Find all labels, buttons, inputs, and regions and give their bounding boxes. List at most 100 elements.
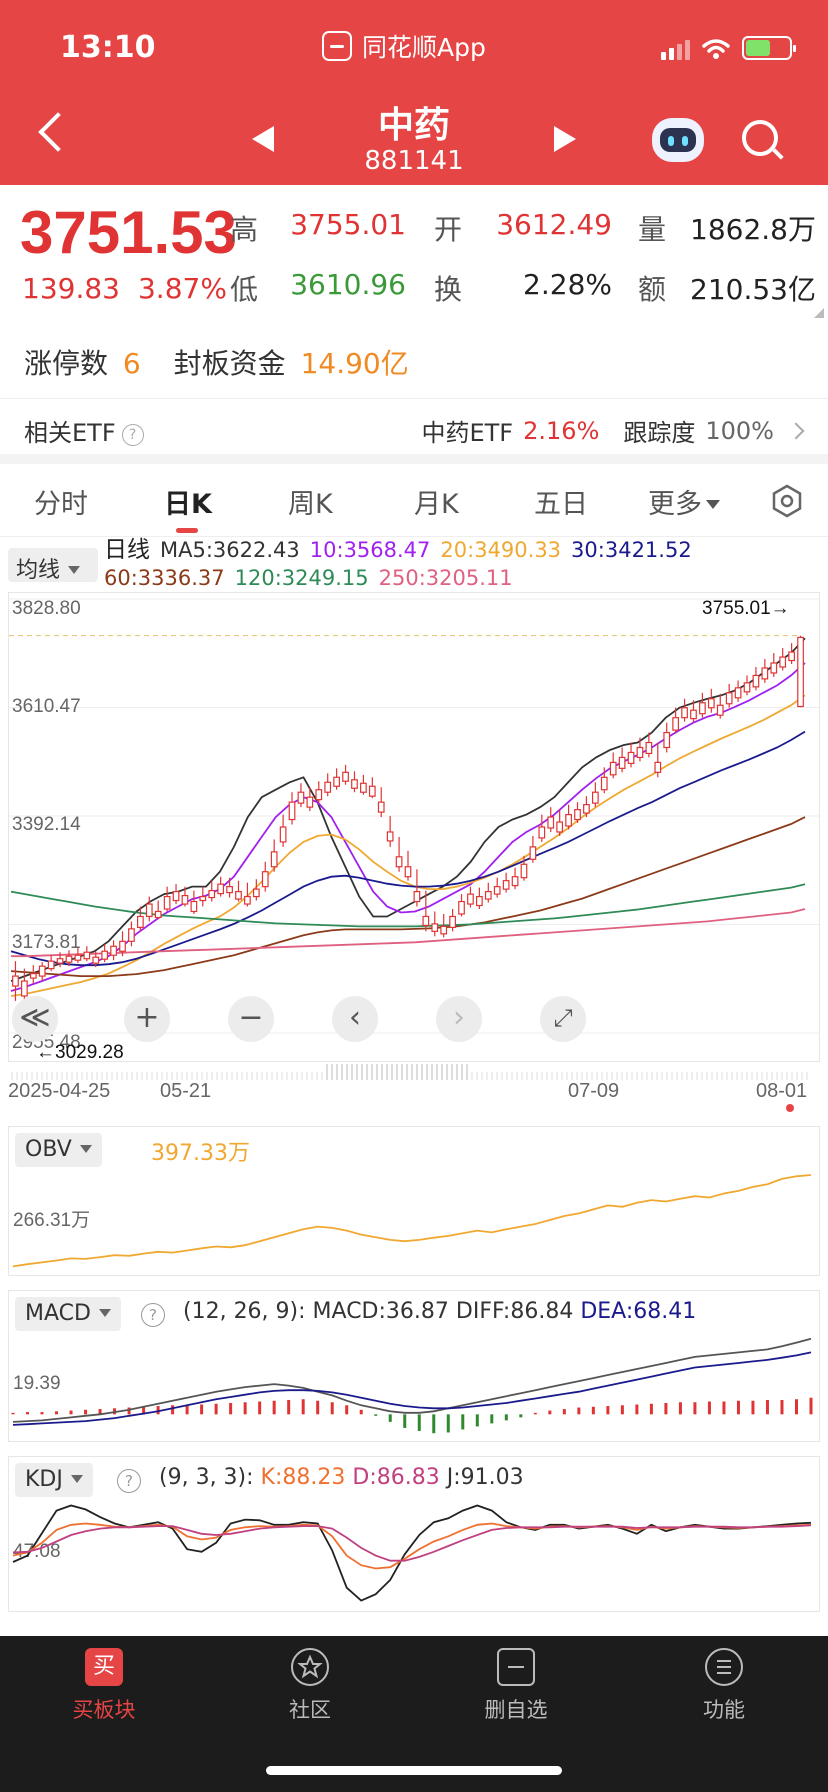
current-price: 3751.53: [20, 199, 237, 266]
chevron-down-icon: [68, 566, 81, 574]
candle-body: [520, 863, 528, 879]
ma-dropdown[interactable]: 均线: [8, 548, 98, 583]
candle-body: [752, 674, 760, 688]
candle-body: [609, 761, 617, 776]
candle-body: [226, 886, 233, 894]
candle-body: [511, 876, 519, 887]
high-value: 3755.01: [290, 208, 406, 241]
candle-body: [690, 709, 697, 720]
candle-body: [502, 880, 510, 890]
candle-body: [74, 954, 82, 961]
scroll-left-button[interactable]: ‹: [332, 996, 378, 1042]
help-icon[interactable]: ?: [121, 424, 144, 446]
tab-more-label: 更多: [648, 489, 702, 520]
candle-body: [128, 928, 135, 942]
candle-body: [217, 883, 225, 895]
candle-body: [538, 826, 546, 839]
turnover-value: 2.28%: [523, 268, 612, 301]
candle-body: [591, 791, 599, 804]
macd-svg: [11, 1337, 813, 1434]
kdj-panel[interactable]: KDJ ? (9, 3, 3): K:88.23 D:86.83 J:91.03…: [8, 1456, 820, 1612]
candle-body: [279, 826, 287, 843]
nav-buy-sector[interactable]: 买 买板块: [44, 1648, 164, 1724]
tab-monthly-k[interactable]: 月K: [414, 482, 459, 521]
tab-daily-k[interactable]: 日K: [164, 482, 212, 521]
ma-legend: 日线 MA5:3622.43 10:3568.47 20:3490.33 30:3421…: [104, 536, 824, 592]
nav-functions[interactable]: 功能: [664, 1648, 784, 1724]
tab-intraday[interactable]: 分时: [34, 482, 88, 521]
nav-community[interactable]: 社区: [250, 1648, 370, 1724]
date-label: 2025-04-25: [8, 1080, 111, 1102]
current-date-dot: [786, 1104, 794, 1112]
candle-body: [645, 741, 653, 755]
obv-line: [12, 1174, 812, 1268]
ma5-value: MA5:3622.43: [160, 538, 300, 562]
candle-body: [208, 890, 216, 899]
candle-body: [190, 900, 198, 913]
etf-change: 2.16%: [523, 416, 600, 445]
tab-more[interactable]: 更多: [648, 482, 720, 521]
etf-info: 中药ETF 2.16% 跟踪度 100%: [421, 413, 805, 448]
candle-body: [493, 886, 501, 895]
candle-body: [12, 975, 19, 987]
candle-body: [467, 893, 474, 905]
candle-body: [707, 698, 715, 709]
macd-panel[interactable]: MACD ? (12, 26, 9): MACD:36.87 DIFF:86.8…: [8, 1290, 820, 1442]
minus-icon: [497, 1648, 535, 1686]
zoom-in-button[interactable]: +: [124, 996, 170, 1042]
ma20-value: 20:3490.33: [440, 538, 562, 562]
scroll-right-button[interactable]: ›: [436, 996, 482, 1042]
candle-body: [770, 662, 778, 674]
app-logo-icon: [322, 31, 352, 61]
kline-chart[interactable]: [8, 592, 820, 1062]
candle-body: [21, 980, 28, 997]
settings-hexagon-icon[interactable]: [770, 484, 804, 518]
amount-value: 210.53亿: [690, 273, 816, 306]
nav-remove-watchlist[interactable]: 删自选: [456, 1648, 576, 1724]
next-stock-icon[interactable]: [554, 126, 576, 152]
tab-weekly-k[interactable]: 周K: [288, 482, 333, 521]
etf-row[interactable]: 相关ETF? 中药ETF 2.16% 跟踪度 100%: [0, 398, 828, 454]
candle-body: [92, 956, 100, 964]
ma30-value: 30:3421.52: [571, 538, 692, 562]
expand-corner-icon[interactable]: [814, 308, 824, 318]
fullscreen-button[interactable]: ⤢: [540, 996, 586, 1042]
candle-body: [716, 704, 724, 716]
obv-svg: [12, 1174, 812, 1268]
etf-name: 中药ETF: [421, 419, 514, 447]
low-label: 低: [230, 273, 259, 306]
menu-icon: [705, 1648, 743, 1686]
candle-body: [163, 895, 171, 910]
rewind-button[interactable]: ≪: [12, 996, 58, 1042]
candle-body: [333, 776, 340, 787]
time-scrollbar[interactable]: [8, 1064, 820, 1080]
y-axis-label: 3610.47: [12, 696, 81, 717]
candle-body: [315, 789, 323, 801]
track-value: 100%: [705, 416, 774, 445]
zoom-out-button[interactable]: −: [228, 996, 274, 1042]
obv-panel[interactable]: OBV 397.33万 266.31万: [8, 1126, 820, 1276]
candle-body: [734, 687, 742, 699]
y-axis-label: 3173.81: [12, 932, 81, 953]
candle-body: [725, 692, 733, 705]
y-axis-label: 3392.14: [12, 814, 81, 835]
candle-body: [672, 717, 680, 731]
candle-body: [547, 816, 555, 829]
robot-assistant-icon[interactable]: [652, 118, 704, 162]
candle-body: [83, 951, 91, 960]
ma-period-label: 日线: [104, 537, 150, 563]
tab-five-day[interactable]: 五日: [534, 482, 588, 521]
home-indicator[interactable]: [266, 1766, 562, 1775]
candle-body: [404, 866, 412, 878]
kdj-svg: [12, 1504, 812, 1602]
candle-body: [788, 651, 795, 662]
search-icon[interactable]: [742, 120, 778, 156]
candle-body: [29, 973, 37, 979]
candle-body: [583, 804, 590, 814]
candle-body: [351, 779, 358, 789]
candle-body: [235, 891, 242, 900]
status-app-name: 同花顺App: [322, 28, 486, 64]
price-change: 139.83 3.87%: [22, 272, 245, 305]
candle-body: [440, 925, 448, 935]
chevron-right-icon[interactable]: [787, 422, 805, 439]
